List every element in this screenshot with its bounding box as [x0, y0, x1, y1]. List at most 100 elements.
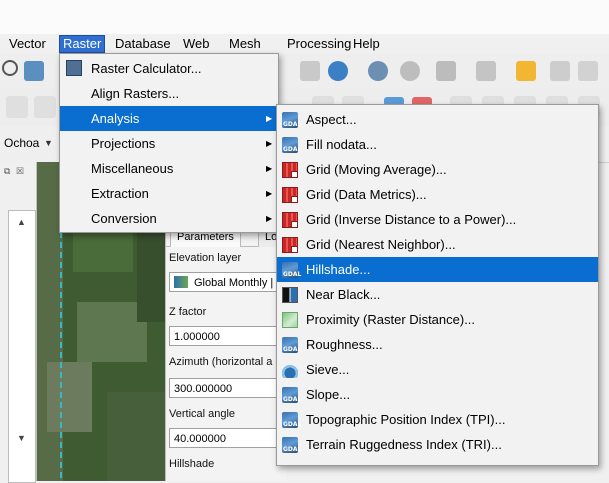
menu-web[interactable]: Web: [180, 36, 213, 52]
menu-item-near-black[interactable]: Near Black...: [277, 282, 598, 307]
identify-features-icon[interactable]: [368, 61, 388, 81]
menu-raster[interactable]: Raster: [58, 35, 106, 53]
new-map-view-icon[interactable]: [300, 61, 320, 81]
menu-item-aspect[interactable]: GDAL Aspect...: [277, 107, 598, 132]
menu-item-label: Miscellaneous: [91, 161, 174, 176]
menu-processing[interactable]: Processing: [284, 36, 354, 52]
menu-item-label: Grid (Moving Average)...: [306, 162, 447, 177]
submenu-arrow-icon: ▶: [266, 189, 273, 198]
scroll-up-icon[interactable]: ▲: [17, 217, 26, 227]
azimuth-label: Azimuth (horizontal a: [169, 356, 273, 368]
menu-item-label: Align Rasters...: [91, 86, 180, 101]
menu-item-grid-data-metrics[interactable]: Grid (Data Metrics)...: [277, 182, 598, 207]
hillshade-dialog: Parameters Lo Elevation layer Global Mon…: [165, 224, 286, 481]
toolbox-icon[interactable]: [578, 61, 598, 81]
vertical-angle-input[interactable]: 40.000000: [169, 428, 281, 448]
menubar: Vector Raster Database Web Mesh Processi…: [0, 34, 609, 54]
menu-item-label: Analysis: [91, 111, 140, 126]
pan-map-icon[interactable]: [24, 61, 44, 81]
menu-item-grid-nearest-neighbor[interactable]: Grid (Nearest Neighbor)...: [277, 232, 598, 257]
menu-item-label: Conversion: [91, 211, 157, 226]
menu-item-slope[interactable]: GDAL Slope...: [277, 382, 598, 407]
near-black-icon: [282, 287, 298, 303]
menu-item-grid-inverse-distance[interactable]: Grid (Inverse Distance to a Power)...: [277, 207, 598, 232]
menu-item-hillshade[interactable]: GDAL Hillshade...: [277, 257, 598, 282]
vertical-angle-label: Vertical angle: [169, 408, 236, 420]
menu-item-tpi[interactable]: GDAL Topographic Position Index (TPI)...: [277, 407, 598, 432]
gdal-icon: GDAL: [282, 112, 301, 128]
menu-item-grid-moving-average[interactable]: Grid (Moving Average)...: [277, 157, 598, 182]
proximity-icon: [282, 312, 298, 328]
panel-float-icon[interactable]: ⧉: [4, 166, 10, 177]
open-attribute-icon[interactable]: [400, 61, 420, 81]
submenu-arrow-icon: ▶: [266, 164, 273, 173]
elevation-layer-select[interactable]: Global Monthly |: [169, 272, 281, 292]
gdal-icon: GDAL: [282, 262, 301, 278]
menu-item-align-rasters[interactable]: Align Rasters...: [60, 81, 278, 106]
digitize-icon[interactable]: [6, 96, 28, 118]
menu-item-label: Raster Calculator...: [91, 61, 202, 76]
menu-item-label: Fill nodata...: [306, 137, 377, 152]
menu-item-label: Extraction: [91, 186, 149, 201]
menu-item-label: Hillshade...: [306, 262, 371, 277]
menu-item-conversion[interactable]: Conversion ▶: [60, 206, 278, 231]
menu-item-sieve[interactable]: Sieve...: [277, 357, 598, 382]
menu-item-label: Projections: [91, 136, 156, 151]
menu-item-tri[interactable]: GDAL Terrain Ruggedness Index (TRI)...: [277, 432, 598, 457]
gdal-icon: GDAL: [282, 387, 301, 403]
scroll-down-icon[interactable]: ▼: [17, 433, 26, 443]
field-calculator-icon[interactable]: [516, 61, 536, 81]
z-factor-input[interactable]: 1.000000: [169, 326, 281, 346]
menu-item-roughness[interactable]: GDAL Roughness...: [277, 332, 598, 357]
panel-close-icon[interactable]: ☒: [16, 166, 24, 177]
menu-item-proximity[interactable]: Proximity (Raster Distance)...: [277, 307, 598, 332]
window-top-strip: [0, 0, 609, 34]
menu-item-fill-nodata[interactable]: GDAL Fill nodata...: [277, 132, 598, 157]
menu-item-label: Roughness...: [306, 337, 383, 352]
menu-item-extraction[interactable]: Extraction ▶: [60, 181, 278, 206]
submenu-arrow-icon: ▶: [266, 214, 273, 223]
menu-item-label: Sieve...: [306, 362, 350, 377]
menu-vector[interactable]: Vector: [6, 36, 49, 52]
azimuth-input[interactable]: 300.000000: [169, 378, 281, 398]
elevation-layer-value: Global Monthly |: [194, 277, 274, 289]
menu-item-miscellaneous[interactable]: Miscellaneous ▶: [60, 156, 278, 181]
select-features-icon[interactable]: [436, 61, 456, 81]
z-factor-label: Z factor: [169, 306, 207, 318]
submenu-arrow-icon: ▶: [266, 139, 273, 148]
grid-icon: [282, 187, 298, 203]
statistics-icon[interactable]: [550, 61, 570, 81]
menu-help[interactable]: Help: [350, 36, 383, 52]
gdal-icon: GDAL: [282, 412, 301, 428]
layer-selector-chevron-down-icon[interactable]: ▼: [44, 138, 53, 148]
menu-mesh[interactable]: Mesh: [226, 36, 264, 52]
menu-item-analysis[interactable]: Analysis ▶: [60, 106, 278, 131]
gdal-icon: GDAL: [282, 337, 301, 353]
edit-icon[interactable]: [34, 96, 56, 118]
menu-item-raster-calculator[interactable]: Raster Calculator...: [60, 56, 278, 81]
sieve-icon: [282, 362, 298, 378]
menu-item-label: Aspect...: [306, 112, 357, 127]
raster-menu: Raster Calculator... Align Rasters... An…: [59, 53, 279, 233]
menu-item-label: Grid (Data Metrics)...: [306, 187, 427, 202]
zoom-out-icon[interactable]: [2, 60, 18, 76]
hillshade-output-label: Hillshade: [169, 458, 215, 470]
analysis-submenu: GDAL Aspect... GDAL Fill nodata... Grid …: [276, 104, 599, 466]
menu-database[interactable]: Database: [112, 36, 174, 52]
menu-item-label: Terrain Ruggedness Index (TRI)...: [306, 437, 502, 452]
deselect-icon[interactable]: [476, 61, 496, 81]
menu-item-label: Proximity (Raster Distance)...: [306, 312, 476, 327]
refresh-icon[interactable]: [328, 61, 348, 81]
grid-icon: [282, 237, 298, 253]
submenu-arrow-icon: ▶: [266, 114, 273, 123]
elevation-layer-label: Elevation layer: [169, 252, 242, 264]
layers-list[interactable]: ▲ ▼: [8, 210, 36, 483]
grid-icon: [282, 162, 298, 178]
menu-item-label: Near Black...: [306, 287, 381, 302]
gdal-icon: GDAL: [282, 137, 301, 153]
menu-item-label: Grid (Inverse Distance to a Power)...: [306, 212, 517, 227]
layer-selector[interactable]: Ochoa: [4, 136, 39, 150]
grid-icon: [282, 212, 298, 228]
menu-item-projections[interactable]: Projections ▶: [60, 131, 278, 156]
raster-layer-icon: [174, 276, 188, 288]
